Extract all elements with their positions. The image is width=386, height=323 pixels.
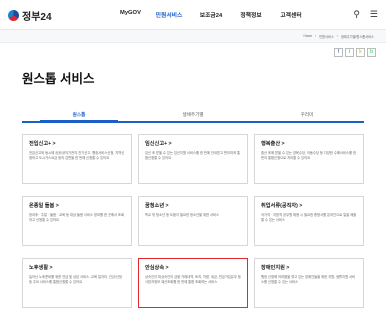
card-happy-birth[interactable]: 행복출산 > 출산 후에 받을 수 있는 양육수당, 아동수당 등 다양한 수혜… xyxy=(254,134,364,184)
breadcrumb-sep: › xyxy=(315,33,317,38)
service-tabs: 원스톱 생애주기별 꾸러미 xyxy=(22,109,364,123)
card-disability-support[interactable]: 장애인지원 > 행정 신청에 어려움을 겪고 있는 장애인들을 위한 지원, 생… xyxy=(254,258,364,308)
card-desc: 전입신고와 동시에 공공/공익기관의 전기신고, 행정서비스신청, 지역신청하고… xyxy=(29,151,125,160)
main-nav: MyGOV 민원서비스 보조금24 정책정보 고객센터 xyxy=(120,10,306,19)
card-dream-youth[interactable]: 꿈청소년 > 학교 밖 청소년 등 도움이 필요한 청소년을 위한 서비스 xyxy=(138,196,248,246)
tab-onestop[interactable]: 원스톱 xyxy=(22,109,136,121)
card-title: 행복출산 > xyxy=(261,141,285,147)
card-desc: 행정 신청에 어려움을 겪고 있는 장애인들을 위한 지원, 생활지원 서비스를… xyxy=(261,275,356,284)
card-desc: 상속인이 피상속인의 금융 거래내역, 토지, 차량, 세금, 연금가입유무 등… xyxy=(145,275,241,284)
card-desc: 학교 밖 청소년 등 도움이 필요한 청소년을 위한 서비스 xyxy=(145,213,220,217)
card-desc: 국가직 · 지방직 공무원 채용 시 필요한 증명서를 온라인으로 일괄 제출할… xyxy=(261,213,357,222)
logo[interactable]: 정부24 xyxy=(8,8,52,23)
nav-civil-service[interactable]: 민원서비스 xyxy=(154,10,184,19)
card-title: 전입신고+ > xyxy=(29,141,56,147)
twitter-icon[interactable]: t xyxy=(345,48,354,57)
card-all-day-care[interactable]: 온종일 돌봄 > 방과후 · 주말 · 돌봄 · 교육 등 대상 돌봄 서비스 … xyxy=(22,196,132,246)
nav-mygov[interactable]: MyGOV xyxy=(120,10,141,19)
card-move-in-report[interactable]: 전입신고+ > 전입신고와 동시에 공공/공익기관의 전기신고, 행정서비스신청… xyxy=(22,134,132,184)
card-desc: 방과후 · 주말 · 돌봄 · 교육 등 대상 돌봄 서비스 정보를 한 곳에서… xyxy=(29,213,124,222)
card-employment-docs[interactable]: 취업서류(공직자) > 국가직 · 지방직 공무원 채용 시 필요한 증명서를 … xyxy=(254,196,364,246)
card-pregnancy-report[interactable]: 임신신고+ > 임신 후 받을 수 있는 임신지원 서비스를 한 번에 안내받고… xyxy=(138,134,248,184)
service-card-grid: 전입신고+ > 전입신고와 동시에 공공/공익기관의 전기신고, 행정서비스신청… xyxy=(22,134,364,308)
tab-lifecycle[interactable]: 생애주기별 xyxy=(136,109,250,121)
header-icons: ⚲ ☰ xyxy=(353,9,378,20)
tab-bundle[interactable]: 꾸러미 xyxy=(250,109,364,121)
card-safe-inheritance[interactable]: 안심상속 > 상속인이 피상속인의 금융 거래내역, 토지, 차량, 세금, 연… xyxy=(138,258,248,308)
breadcrumb-bar: Home › 민원서비스 › 생애주기별/원스톱서비스 xyxy=(0,30,386,43)
share-buttons: f t k b xyxy=(334,48,376,57)
page-title: 원스톱 서비스 xyxy=(22,72,95,86)
card-desc: 출산 후에 받을 수 있는 양육수당, 아동수당 등 다양한 수혜서비스를 한 … xyxy=(261,151,357,160)
card-title: 임신신고+ > xyxy=(145,141,172,147)
card-desc: 임신 후 받을 수 있는 임신지원 서비스를 한 번에 안내받고 편리하게 통합… xyxy=(145,151,241,160)
breadcrumb-current: 생애주기별/원스톱서비스 xyxy=(340,34,374,39)
card-desc: 늘어난 노후준비를 위한 연금 및 상담 서비스, 교육 일자리, 건강/산정 … xyxy=(29,275,122,284)
nav-subsidy[interactable]: 보조금24 xyxy=(196,10,226,19)
card-title: 노후생활 > xyxy=(29,265,53,271)
card-title: 온종일 돌봄 > xyxy=(29,203,59,209)
gov-emblem-icon xyxy=(8,10,19,21)
breadcrumb: Home › 민원서비스 › 생애주기별/원스톱서비스 xyxy=(304,34,374,39)
card-title: 꿈청소년 > xyxy=(145,203,169,209)
menu-icon[interactable]: ☰ xyxy=(370,9,378,20)
breadcrumb-sep: › xyxy=(336,33,338,38)
nav-policy-info[interactable]: 정책정보 xyxy=(236,10,266,19)
card-title: 취업서류(공직자) > xyxy=(261,203,303,209)
facebook-icon[interactable]: f xyxy=(334,48,343,57)
search-icon[interactable]: ⚲ xyxy=(353,9,360,20)
blog-icon[interactable]: b xyxy=(367,48,376,57)
card-title: 장애인지원 > xyxy=(261,265,290,271)
card-title: 안심상속 > xyxy=(145,265,169,271)
breadcrumb-civil[interactable]: 민원서비스 xyxy=(319,34,334,39)
logo-text: 정부24 xyxy=(22,12,52,23)
nav-customer-center[interactable]: 고객센터 xyxy=(276,10,306,19)
breadcrumb-home[interactable]: Home xyxy=(304,34,313,39)
card-senior-life[interactable]: 노후생활 > 늘어난 노후준비를 위한 연금 및 상담 서비스, 교육 일자리,… xyxy=(22,258,132,308)
kakaostory-icon[interactable]: k xyxy=(356,48,365,57)
site-header: 정부24 MyGOV 민원서비스 보조금24 정책정보 고객센터 ⚲ ☰ xyxy=(0,0,386,30)
